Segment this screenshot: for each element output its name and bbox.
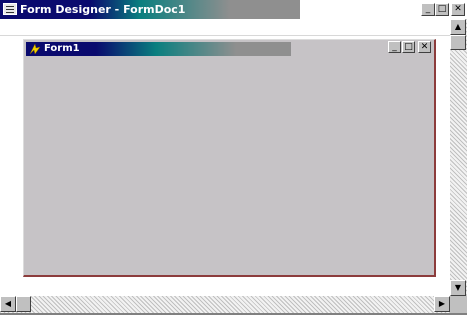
form-window[interactable]: Form1 xyxy=(23,39,436,277)
scroll-down-button[interactable]: ▼ xyxy=(450,280,466,296)
scroll-left-button[interactable]: ◀ xyxy=(0,296,16,312)
form-maximize-button[interactable]: □ xyxy=(402,41,415,53)
vertical-scroll-thumb[interactable] xyxy=(450,35,466,50)
designer-ruler-strip xyxy=(0,19,450,36)
form-close-button[interactable]: ✕ xyxy=(418,41,431,53)
form-client-area[interactable] xyxy=(26,58,432,273)
scroll-right-button[interactable]: ▶ xyxy=(434,296,450,312)
form-designer-icon[interactable] xyxy=(3,3,17,15)
form-title: Form1 xyxy=(44,43,80,54)
designer-title: Form Designer - FormDoc1 xyxy=(20,3,186,16)
scrollbar-corner xyxy=(450,296,467,313)
horizontal-scrollbar[interactable]: ◀ ▶ xyxy=(0,296,450,313)
form-title-bar[interactable]: Form1 xyxy=(26,42,433,56)
form-minimize-button[interactable]: _ xyxy=(388,41,401,53)
vertical-scrollbar[interactable]: ▲ ▼ xyxy=(450,19,467,296)
designer-close-button[interactable]: ✕ xyxy=(451,3,465,16)
designer-minimize-button[interactable]: _ xyxy=(421,3,435,16)
designer-maximize-button[interactable]: □ xyxy=(435,3,449,16)
form-icon xyxy=(29,43,41,55)
designer-title-bar[interactable]: Form Designer - FormDoc1 xyxy=(0,0,450,19)
scroll-up-button[interactable]: ▲ xyxy=(450,19,466,35)
horizontal-scroll-thumb[interactable] xyxy=(16,296,31,312)
